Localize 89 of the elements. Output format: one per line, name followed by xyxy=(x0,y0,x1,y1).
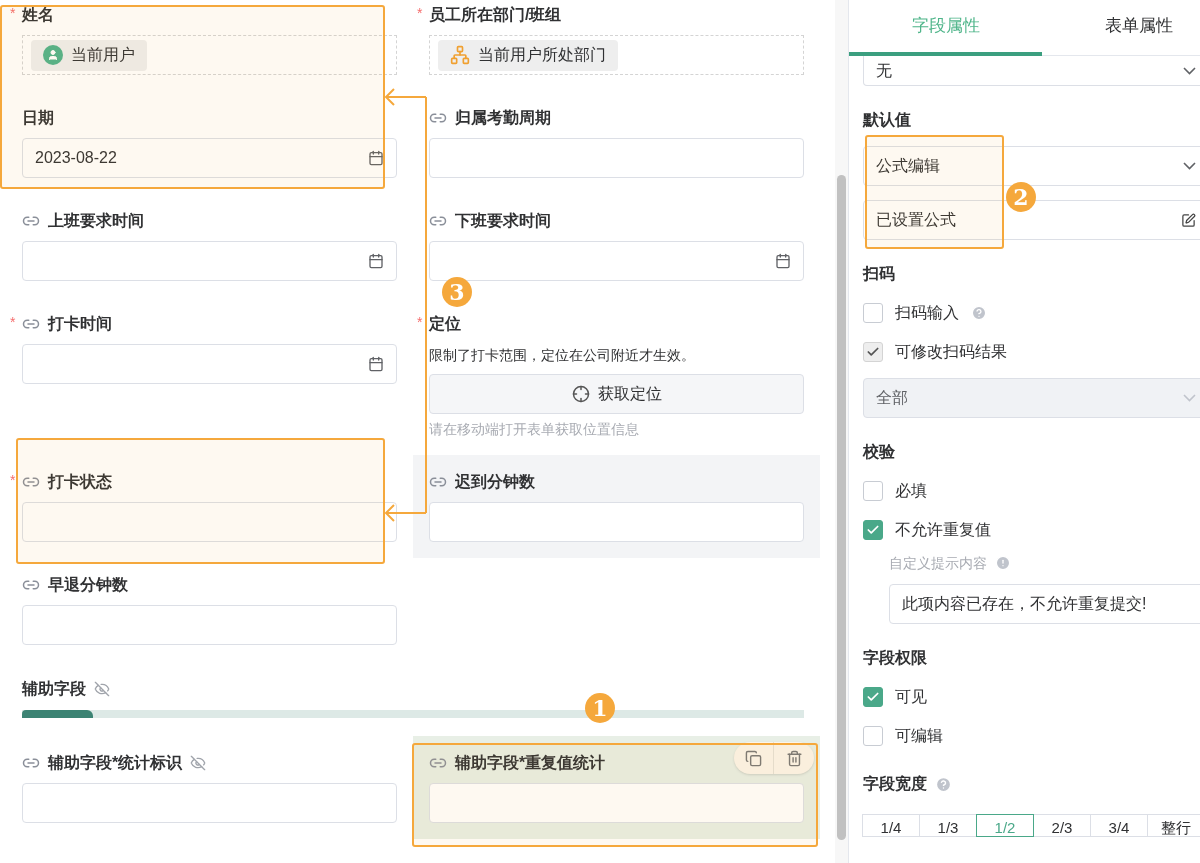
step-marker: 3 xyxy=(442,277,472,307)
checkbox[interactable] xyxy=(863,726,883,746)
field-label: 归属考勤周期 xyxy=(455,108,551,128)
eye-off-icon xyxy=(190,755,207,771)
trash-icon xyxy=(785,749,803,767)
field-card[interactable]: 迟到分钟数 xyxy=(413,455,820,558)
field-note: 限制了打卡范围，定位在公司附近才生效。 xyxy=(429,346,696,365)
chevron-down-icon xyxy=(1183,66,1196,75)
help-icon xyxy=(935,775,952,793)
required-mark: * xyxy=(10,4,17,23)
member-field[interactable]: 当前用户 xyxy=(22,35,397,75)
input-field[interactable] xyxy=(22,783,397,823)
panel-tab[interactable]: 表单属性 xyxy=(1042,0,1200,56)
info-icon xyxy=(995,555,1011,571)
field-label: 下班要求时间 xyxy=(455,211,551,231)
field-label: 辅助字段*重复值统计 xyxy=(455,753,606,773)
width-option[interactable]: 3/4 xyxy=(1090,814,1148,837)
input-field[interactable] xyxy=(429,138,804,178)
section-heading: 扫码 xyxy=(863,264,895,284)
required-mark: * xyxy=(10,471,17,490)
checkbox-label: 扫码输入 xyxy=(895,303,959,323)
select-field[interactable]: 公式编辑 xyxy=(863,146,1200,186)
required-mark: * xyxy=(417,4,424,23)
field-label: 打卡状态 xyxy=(48,472,112,492)
checkbox[interactable] xyxy=(863,481,883,501)
field-label: 员工所在部门/班组 xyxy=(429,5,562,25)
check-icon xyxy=(866,523,880,537)
chevron-down-icon xyxy=(1183,162,1196,170)
hint-label: 自定义提示内容 xyxy=(889,553,987,573)
section-heading: 字段权限 xyxy=(863,648,927,668)
select-field[interactable]: 无 xyxy=(863,56,1200,86)
checkbox-label: 不允许重复值 xyxy=(895,520,991,540)
checkbox-label: 必填 xyxy=(895,481,927,501)
field-label: 上班要求时间 xyxy=(48,211,144,231)
edit-icon[interactable] xyxy=(1181,212,1196,228)
calendar-icon xyxy=(368,150,384,166)
message-field[interactable]: 此项内容已存在，不允许重复提交! xyxy=(889,584,1200,624)
input-field[interactable] xyxy=(22,241,397,281)
chevron-down-icon xyxy=(1183,394,1196,402)
group-title: 辅助字段 xyxy=(22,679,86,699)
field-label: 辅助字段*统计标识 xyxy=(48,753,183,773)
checkbox[interactable] xyxy=(863,520,883,540)
input-field[interactable] xyxy=(429,502,804,542)
input-field[interactable] xyxy=(22,605,397,645)
field-label: 姓名 xyxy=(22,5,54,25)
field-label: 定位 xyxy=(429,314,461,334)
user-icon xyxy=(43,45,63,65)
locate-button[interactable]: 获取定位 xyxy=(429,374,804,414)
input-field[interactable] xyxy=(22,502,397,542)
required-mark: * xyxy=(10,313,17,332)
calendar-icon xyxy=(775,253,791,269)
calendar-icon xyxy=(368,356,384,372)
value-chip: 当前用户 xyxy=(31,39,147,71)
checkbox-label: 可见 xyxy=(895,687,927,707)
field-label: 日期 xyxy=(22,108,54,128)
checkbox[interactable] xyxy=(863,303,883,323)
checkbox-label: 可修改扫码结果 xyxy=(895,342,1007,362)
step-marker: 1 xyxy=(585,693,615,723)
field-label: 早退分钟数 xyxy=(48,575,128,595)
check-icon xyxy=(866,690,880,704)
help-icon xyxy=(971,305,987,321)
field-card[interactable]: 辅助字段*重复值统计 xyxy=(413,736,820,839)
width-option[interactable]: 1/3 xyxy=(919,814,977,837)
org-chart-icon xyxy=(450,45,470,65)
field-label: 打卡时间 xyxy=(48,314,112,334)
value-chip: 当前用户所处部门 xyxy=(438,39,618,71)
crosshair-icon xyxy=(571,385,590,403)
required-mark: * xyxy=(417,313,424,332)
eye-off-icon xyxy=(94,681,110,697)
member-field[interactable]: 当前用户所处部门 xyxy=(429,35,804,75)
help-text: 请在移动端打开表单获取位置信息 xyxy=(429,420,640,439)
input-field[interactable] xyxy=(429,241,804,281)
field-label: 迟到分钟数 xyxy=(455,472,535,492)
section-heading: 校验 xyxy=(863,442,895,462)
width-option[interactable]: 2/3 xyxy=(1033,814,1091,837)
input-field[interactable]: 2023-08-22 xyxy=(22,138,397,178)
input-field[interactable] xyxy=(22,344,397,384)
date-value: 2023-08-22 xyxy=(35,148,117,168)
input-field[interactable] xyxy=(429,783,804,823)
checkbox[interactable] xyxy=(863,687,883,707)
copy-icon xyxy=(745,749,762,767)
width-option[interactable]: 1/4 xyxy=(862,814,920,837)
scrollbar[interactable] xyxy=(835,0,848,863)
calendar-icon xyxy=(368,253,384,269)
section-heading: 默认值 xyxy=(863,110,911,130)
check-icon xyxy=(866,345,880,359)
width-option[interactable]: 整行 xyxy=(1147,814,1200,837)
section-heading: 字段宽度 xyxy=(863,774,927,794)
checkbox-label: 可编辑 xyxy=(895,726,943,746)
